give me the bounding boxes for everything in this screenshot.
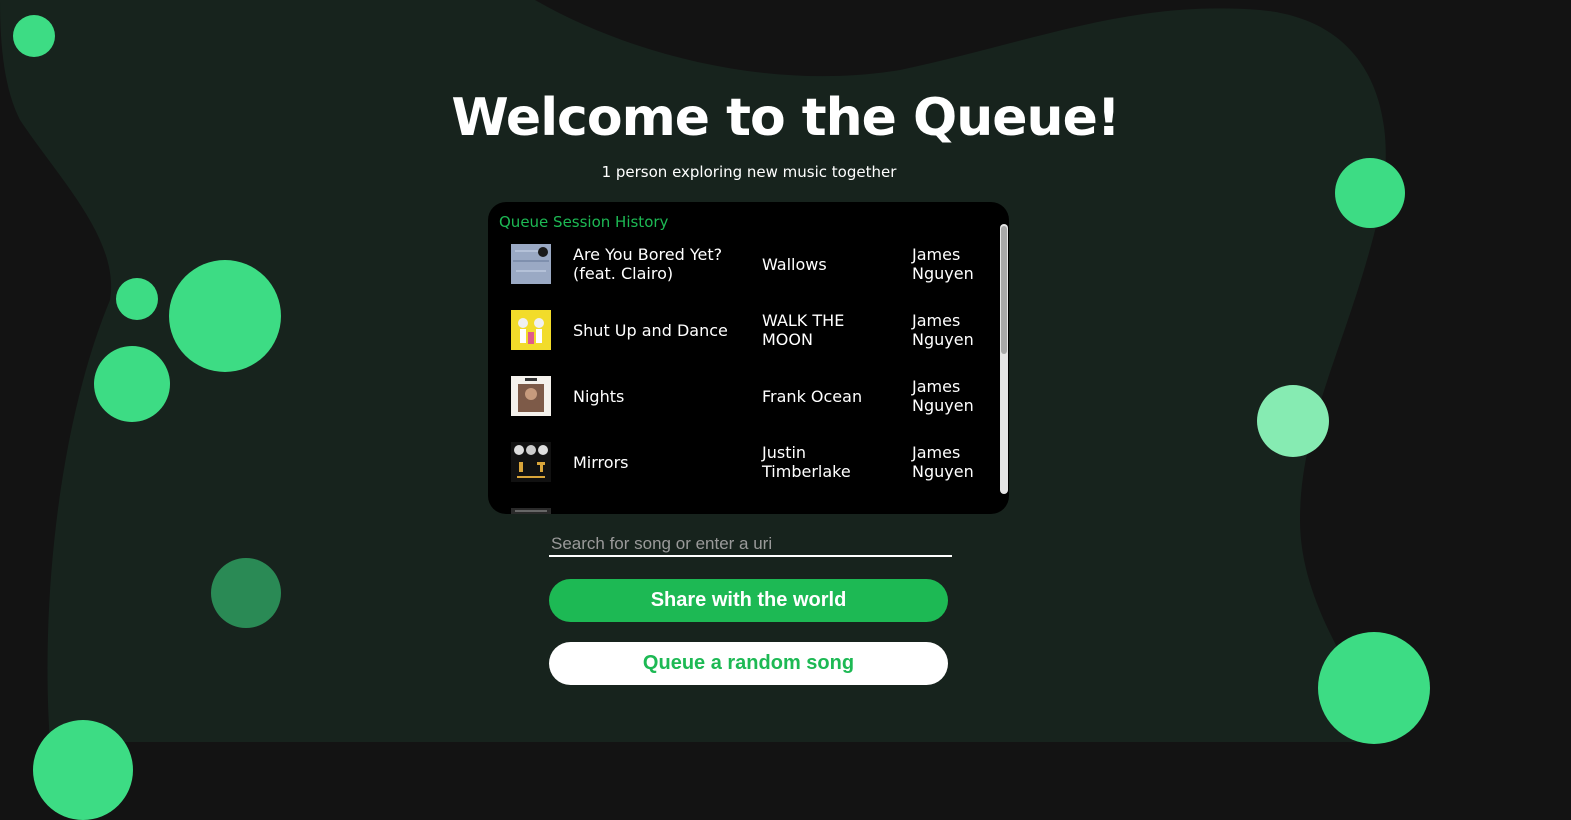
queue-history-panel[interactable]: Queue Session History Are You Bored Yet?…	[488, 202, 1009, 514]
album-art	[511, 376, 551, 416]
artist-name: WALK THE MOON	[762, 311, 845, 349]
queue-row[interactable]: Are You Bored Yet? (feat. Clairo) Wallow…	[488, 238, 993, 304]
artist-name: Wallows	[762, 254, 827, 274]
queue-row[interactable]: Nights Frank Ocean James Nguyen	[488, 370, 993, 436]
queue-history-list: Are You Bored Yet? (feat. Clairo) Wallow…	[488, 238, 993, 514]
song-title: Mirrors	[573, 452, 629, 472]
queued-by: James Nguyen	[912, 443, 974, 481]
queued-by: James Nguyen	[912, 245, 974, 283]
decorative-bubble	[1257, 385, 1329, 457]
song-title: Nights	[573, 386, 625, 406]
decorative-bubble	[169, 260, 281, 372]
decorative-bubble	[13, 15, 55, 57]
decorative-bubble	[1318, 632, 1430, 744]
queue-scroll-thumb[interactable]	[1001, 226, 1007, 354]
decorative-bubble	[211, 558, 281, 628]
queue-row[interactable]: Mirrors Justin Timberlake James Nguyen	[488, 436, 993, 502]
album-art	[511, 310, 551, 350]
artist-name: Frank Ocean	[762, 386, 863, 406]
queued-by: James Nguyen	[912, 377, 974, 415]
queue-history-heading: Queue Session History	[499, 213, 669, 231]
queue-random-button[interactable]: Queue a random song	[549, 642, 948, 685]
queue-row-partial[interactable]	[488, 502, 993, 514]
song-title: Shut Up and Dance	[573, 320, 728, 340]
share-button[interactable]: Share with the world	[549, 579, 948, 622]
decorative-bubble	[94, 346, 170, 422]
decorative-bubble	[33, 720, 133, 820]
decorative-bubble	[116, 278, 158, 320]
listener-count: 1 person exploring new music together	[601, 163, 897, 181]
queued-by: James Nguyen	[912, 311, 974, 349]
page-title: Welcome to the Queue!	[451, 88, 1120, 148]
song-search-input[interactable]	[549, 533, 952, 557]
artist-name: Justin Timberlake	[762, 443, 851, 481]
queue-row[interactable]: Shut Up and Dance WALK THE MOON James Ng…	[488, 304, 993, 370]
album-art	[511, 442, 551, 482]
album-art	[511, 508, 551, 514]
album-art	[511, 244, 551, 284]
song-title: Are You Bored Yet? (feat. Clairo)	[573, 245, 723, 283]
queue-scrollbar[interactable]	[1000, 224, 1008, 494]
